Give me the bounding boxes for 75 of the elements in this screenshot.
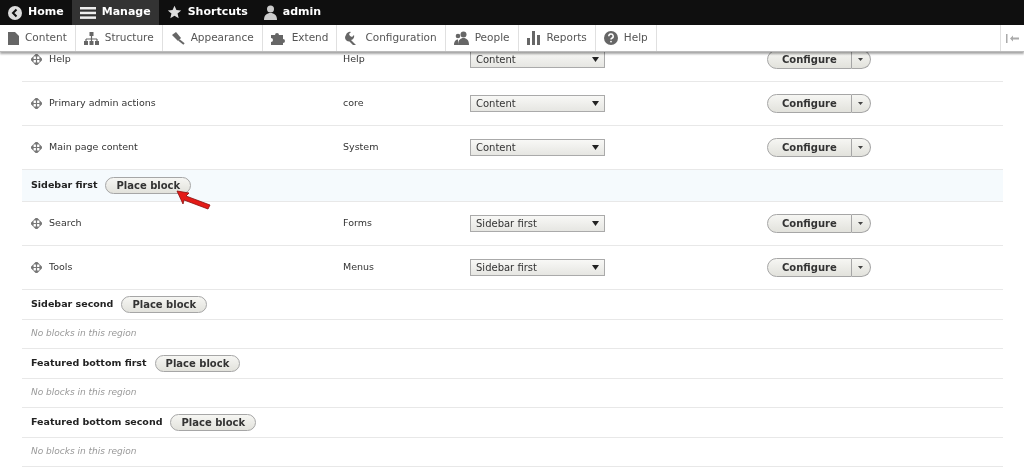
block-name: Search	[49, 216, 82, 231]
empty-region-message: No blocks in this region	[31, 327, 137, 341]
user-icon	[263, 5, 277, 20]
configure-button[interactable]: Configure	[767, 52, 852, 69]
region-title: Sidebar first	[31, 178, 98, 193]
dropdown-icon	[592, 57, 599, 62]
dropdown-icon	[592, 265, 599, 270]
block-category: Help	[343, 52, 366, 67]
block-name: Main page content	[49, 140, 138, 155]
region-select[interactable]: Sidebar first	[470, 259, 605, 276]
drag-handle-icon[interactable]	[31, 142, 42, 153]
tray-link[interactable]: Content	[0, 25, 76, 51]
block-category: Menus	[343, 260, 376, 275]
tray-link[interactable]: Extend	[262, 25, 338, 51]
caret-icon	[858, 58, 864, 61]
region-select[interactable]: Sidebar first	[470, 215, 605, 232]
caret-icon	[858, 266, 864, 269]
operations-toggle[interactable]	[851, 52, 871, 69]
empty-region-message: No blocks in this region	[31, 386, 137, 400]
block-name: Primary admin actions	[49, 96, 156, 111]
block-category: Forms	[343, 216, 373, 231]
tray-link[interactable]: People	[445, 25, 519, 51]
configure-button[interactable]: Configure	[767, 214, 852, 233]
block-category: core	[343, 96, 365, 111]
block-category: System	[343, 140, 380, 155]
place-block-button[interactable]: Place block	[154, 355, 241, 372]
file-icon	[8, 31, 19, 45]
caret-icon	[858, 146, 864, 149]
collapse-icon	[1006, 33, 1019, 43]
block-name: Help	[49, 52, 71, 67]
people-icon	[453, 31, 469, 45]
region-select[interactable]: Content	[470, 139, 605, 156]
star-icon	[166, 5, 182, 20]
sitemap-icon	[83, 31, 99, 45]
caret-icon	[858, 102, 864, 105]
place-block-button[interactable]: Place block	[121, 296, 208, 313]
caret-icon	[858, 222, 864, 225]
puzzle-icon	[270, 31, 286, 45]
tray-link[interactable]: Help	[595, 25, 657, 51]
toolbar-link[interactable]: Manage	[71, 0, 159, 25]
tray-link[interactable]: Appearance	[162, 25, 263, 51]
operations-toggle[interactable]	[851, 138, 871, 157]
drag-handle-icon[interactable]	[31, 54, 42, 65]
back-icon	[8, 5, 22, 20]
place-block-button[interactable]: Place block	[170, 414, 257, 431]
toolbar-link[interactable]: Home	[0, 0, 72, 25]
tray-link[interactable]: Structure	[75, 25, 163, 51]
region-select[interactable]: Content	[470, 52, 605, 68]
drag-handle-icon[interactable]	[31, 262, 42, 273]
configure-button[interactable]: Configure	[767, 138, 852, 157]
region-title: Featured bottom first	[31, 356, 147, 371]
operations-toggle[interactable]	[851, 214, 871, 233]
dropdown-icon	[592, 101, 599, 106]
configure-button[interactable]: Configure	[767, 258, 852, 277]
help-icon	[603, 31, 618, 45]
region-title: Featured bottom second	[31, 415, 163, 430]
configure-button[interactable]: Configure	[767, 94, 852, 113]
empty-region-message: No blocks in this region	[31, 445, 137, 459]
operations-toggle[interactable]	[851, 258, 871, 277]
toolbar-link[interactable]: Shortcuts	[158, 0, 256, 25]
place-block-button[interactable]: Place block	[105, 177, 192, 194]
menu-icon	[79, 5, 96, 20]
drag-handle-icon[interactable]	[31, 218, 42, 229]
operations-toggle[interactable]	[851, 94, 871, 113]
brush-icon	[170, 31, 185, 45]
toolbar-link[interactable]: admin	[255, 0, 330, 25]
drag-handle-icon[interactable]	[31, 98, 42, 109]
dropdown-icon	[592, 221, 599, 226]
dropdown-icon	[592, 145, 599, 150]
bar-chart-icon	[526, 31, 541, 45]
tray-link[interactable]: Reports	[518, 25, 596, 51]
tray-link[interactable]: Configuration	[337, 25, 446, 51]
region-title: Sidebar second	[31, 297, 114, 312]
region-select[interactable]: Content	[470, 95, 605, 112]
block-name: Tools	[49, 260, 73, 275]
